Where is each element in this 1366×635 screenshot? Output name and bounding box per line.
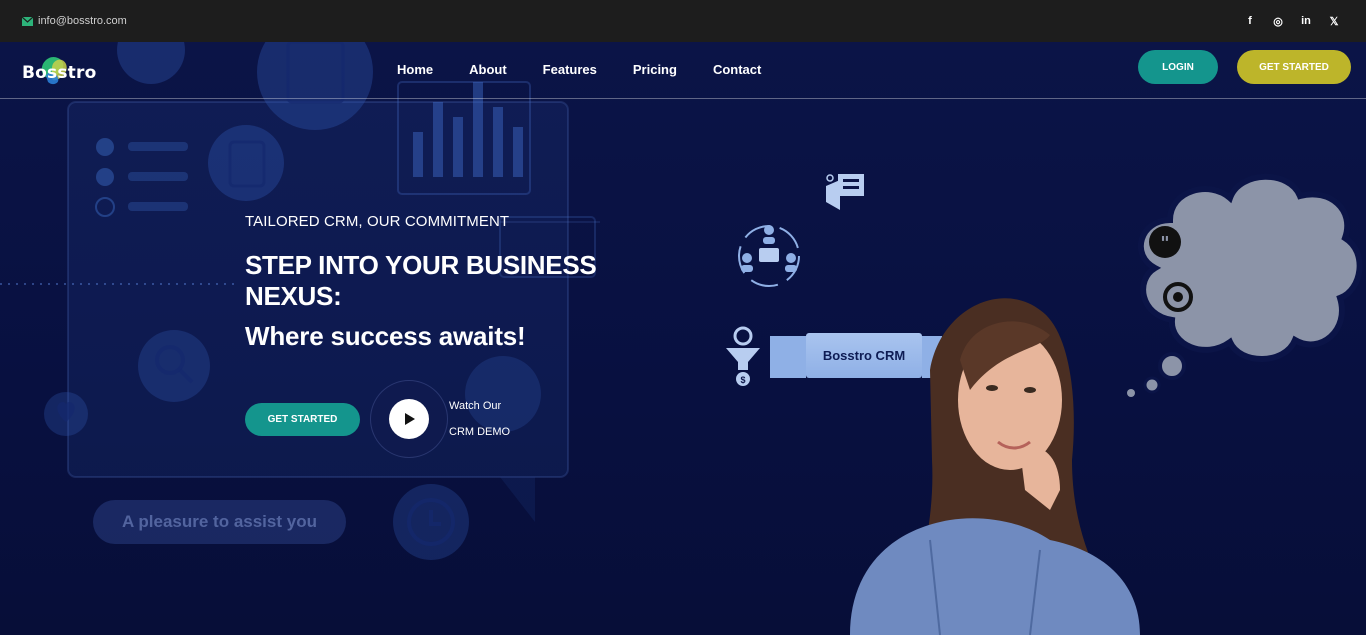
instagram-icon[interactable]: ◎	[1272, 15, 1284, 28]
nav-item-about[interactable]: About	[469, 62, 507, 77]
demo-label-line1: Watch Our	[449, 400, 502, 412]
nav-menu: Home About Features Pricing Contact	[397, 62, 797, 77]
svg-text:$: $	[740, 375, 745, 385]
social-links: f ◎ in 𝕏	[1244, 15, 1344, 28]
hero-headline: STEP INTO YOUR BUSINESS NEXUS:	[245, 250, 597, 311]
brand-name: Bosstro	[22, 63, 97, 83]
get-started-hero-button[interactable]: GET STARTED	[245, 403, 360, 436]
assist-bubble-decoration: A pleasure to assist you	[93, 500, 346, 544]
login-button[interactable]: LOGIN	[1138, 50, 1218, 84]
demo-label-line2: CRM DEMO	[449, 426, 511, 438]
svg-text:": "	[1160, 233, 1169, 254]
crm-pipe-label: Bosstro CRM	[806, 333, 922, 378]
contact-email[interactable]: info@bosstro.com	[22, 15, 127, 27]
funnel-dollar-icon: $	[726, 326, 760, 386]
linkedin-icon[interactable]: in	[1300, 15, 1312, 27]
x-twitter-icon[interactable]: 𝕏	[1328, 15, 1340, 28]
email-text: info@bosstro.com	[38, 15, 127, 27]
hero-illustration: $ "	[726, 173, 1363, 635]
top-bar: info@bosstro.com f ◎ in 𝕏	[0, 0, 1366, 42]
main-navigation: Bosstro Home About Features Pricing Cont…	[0, 42, 1366, 99]
play-demo-button[interactable]	[389, 399, 429, 439]
nav-item-contact[interactable]: Contact	[713, 62, 761, 77]
play-icon	[405, 413, 415, 425]
hero-subline: Where success awaits!	[245, 321, 526, 351]
get-started-nav-button[interactable]: GET STARTED	[1237, 50, 1351, 84]
mail-icon	[22, 16, 33, 26]
thought-cloud: "	[1127, 173, 1363, 397]
team-chat-icon	[738, 225, 800, 287]
facebook-icon[interactable]: f	[1244, 15, 1256, 27]
nav-item-home[interactable]: Home	[397, 62, 433, 77]
hero-eyebrow: TAILORED CRM, OUR COMMITMENT	[245, 213, 510, 230]
nav-item-pricing[interactable]: Pricing	[633, 62, 677, 77]
nav-item-features[interactable]: Features	[543, 62, 597, 77]
megaphone-icon	[826, 174, 864, 210]
brand-logo[interactable]: Bosstro	[22, 52, 96, 90]
